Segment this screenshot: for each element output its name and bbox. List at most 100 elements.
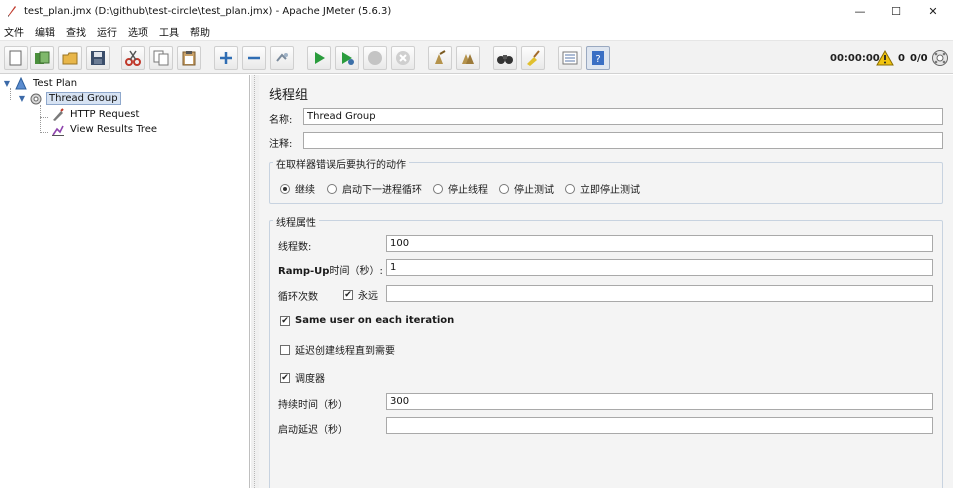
- loop-count-field[interactable]: [386, 285, 933, 302]
- delay-thread-creation-checkbox[interactable]: 延迟创建线程直到需要: [280, 342, 395, 357]
- comment-field[interactable]: [303, 132, 943, 149]
- menu-run[interactable]: 运行: [97, 24, 117, 39]
- reset-search-button[interactable]: [521, 46, 545, 70]
- rampup-field[interactable]: [386, 259, 933, 276]
- clear-all-icon: [462, 54, 474, 64]
- function-helper-button[interactable]: [558, 46, 582, 70]
- window-title-bar: test_plan.jmx (D:\github\test-circle\tes…: [0, 0, 953, 22]
- tree-item-label: Test Plan: [33, 78, 78, 89]
- save-button[interactable]: [86, 46, 110, 70]
- collapse-icon: [248, 56, 260, 60]
- startup-delay-label: 启动延迟（秒）: [278, 425, 348, 436]
- templates-icon: [35, 51, 50, 64]
- clear-button[interactable]: [428, 46, 452, 70]
- infinite-loop-checkbox[interactable]: ✔ 永远: [343, 287, 378, 302]
- elapsed-time: 00:00:00: [830, 53, 880, 64]
- search-icon: [497, 55, 513, 64]
- expand-icon: [220, 52, 232, 64]
- radio-continue[interactable]: 继续: [280, 181, 315, 196]
- new-button[interactable]: [4, 46, 28, 70]
- stop-icon: [368, 51, 382, 65]
- new-icon: [9, 50, 22, 66]
- paste-button[interactable]: [177, 46, 201, 70]
- open-icon: [62, 52, 78, 65]
- save-icon: [91, 51, 105, 65]
- jmeter-feather-icon: [8, 6, 16, 17]
- name-label: 名称:: [269, 115, 293, 126]
- radio-stop-thread[interactable]: 停止线程: [433, 181, 488, 196]
- tree-item-thread-group[interactable]: ▼ Thread Group: [18, 91, 121, 106]
- reset-search-icon: [527, 50, 540, 66]
- same-user-checkbox[interactable]: ✔ Same user on each iteration: [280, 315, 454, 326]
- pane-splitter[interactable]: [251, 75, 259, 488]
- toolbar: ? 00:00:00 0 0/0: [0, 40, 953, 74]
- cut-button[interactable]: [121, 46, 145, 70]
- menu-search[interactable]: 查找: [66, 24, 86, 39]
- clear-all-button[interactable]: [456, 46, 480, 70]
- expand-all-button[interactable]: [214, 46, 238, 70]
- tree-item-view-results-tree[interactable]: View Results Tree: [48, 122, 159, 137]
- tree-item-http-request[interactable]: HTTP Request: [48, 107, 141, 122]
- shutdown-button[interactable]: [391, 46, 415, 70]
- help-button[interactable]: ?: [586, 46, 610, 70]
- expand-toggle-icon[interactable]: ▼: [3, 79, 11, 89]
- toggle-button[interactable]: [270, 46, 294, 70]
- minimize-button[interactable]: —: [842, 0, 878, 22]
- radio-stop-test[interactable]: 停止测试: [499, 181, 554, 196]
- radio-start-next-loop[interactable]: 启动下一进程循环: [327, 181, 422, 196]
- tree-item-label: View Results Tree: [70, 124, 158, 135]
- threads-field[interactable]: [386, 235, 933, 252]
- name-field[interactable]: [303, 108, 943, 125]
- copy-button[interactable]: [149, 46, 173, 70]
- thread-group-panel: 线程组 名称: 注释: 在取样器错误后要执行的动作 继续 启动下一进程循环 停止…: [259, 75, 953, 488]
- warning-icon[interactable]: [876, 50, 894, 66]
- active-threads: 0/0: [910, 53, 928, 64]
- scheduler-checkbox[interactable]: ✔ 调度器: [280, 370, 325, 385]
- maximize-button[interactable]: ☐: [878, 0, 914, 22]
- threads-label: 线程数:: [278, 242, 312, 253]
- warning-count: 0: [898, 53, 905, 64]
- collapse-all-button[interactable]: [242, 46, 266, 70]
- open-button[interactable]: [58, 46, 82, 70]
- clear-icon: [435, 50, 446, 64]
- duration-label: 持续时间（秒）: [278, 400, 348, 411]
- tree-item-label: HTTP Request: [70, 109, 140, 120]
- rampup-label: Ramp-Up时间（秒）:: [278, 266, 383, 277]
- templates-button[interactable]: [30, 46, 54, 70]
- loop-count-label: 循环次数: [278, 292, 318, 303]
- comment-label: 注释:: [269, 139, 293, 150]
- menu-edit[interactable]: 编辑: [35, 24, 55, 39]
- tree-item-label: Thread Group: [46, 92, 121, 105]
- close-button[interactable]: ✕: [915, 0, 951, 22]
- test-plan-icon: [15, 76, 27, 89]
- startup-delay-field[interactable]: [386, 417, 933, 434]
- test-plan-tree: ▼ Test Plan ▼ Thread Group HTTP Request …: [0, 75, 250, 488]
- radio-stop-test-now[interactable]: 立即停止测试: [565, 181, 640, 196]
- duration-field[interactable]: [386, 393, 933, 410]
- menu-tools[interactable]: 工具: [159, 24, 179, 39]
- cut-icon: [125, 50, 141, 66]
- remote-engines-icon[interactable]: [931, 49, 949, 67]
- listener-icon: [52, 125, 64, 136]
- menu-options[interactable]: 选项: [128, 24, 148, 39]
- svg-text:?: ?: [595, 54, 600, 65]
- tree-item-test-plan[interactable]: ▼ Test Plan: [3, 76, 79, 91]
- menu-file[interactable]: 文件: [4, 24, 24, 39]
- paste-icon: [182, 51, 196, 66]
- start-button[interactable]: [307, 46, 331, 70]
- help-icon: ?: [592, 51, 604, 65]
- stop-button[interactable]: [363, 46, 387, 70]
- expand-toggle-icon[interactable]: ▼: [18, 94, 26, 104]
- window-title: test_plan.jmx (D:\github\test-circle\tes…: [24, 5, 392, 17]
- start-no-pauses-button[interactable]: [335, 46, 359, 70]
- menu-help[interactable]: 帮助: [190, 24, 210, 39]
- menu-bar: 文件 编辑 查找 运行 选项 工具 帮助: [0, 22, 953, 40]
- sampler-icon: [53, 107, 64, 121]
- thread-group-icon: [30, 93, 42, 104]
- search-button[interactable]: [493, 46, 517, 70]
- start-no-pause-icon: [342, 52, 354, 65]
- toggle-icon: [276, 53, 288, 62]
- panel-title: 线程组: [269, 88, 309, 103]
- shutdown-icon: [396, 51, 410, 65]
- sampler-error-action-title: 在取样器错误后要执行的动作: [273, 156, 409, 171]
